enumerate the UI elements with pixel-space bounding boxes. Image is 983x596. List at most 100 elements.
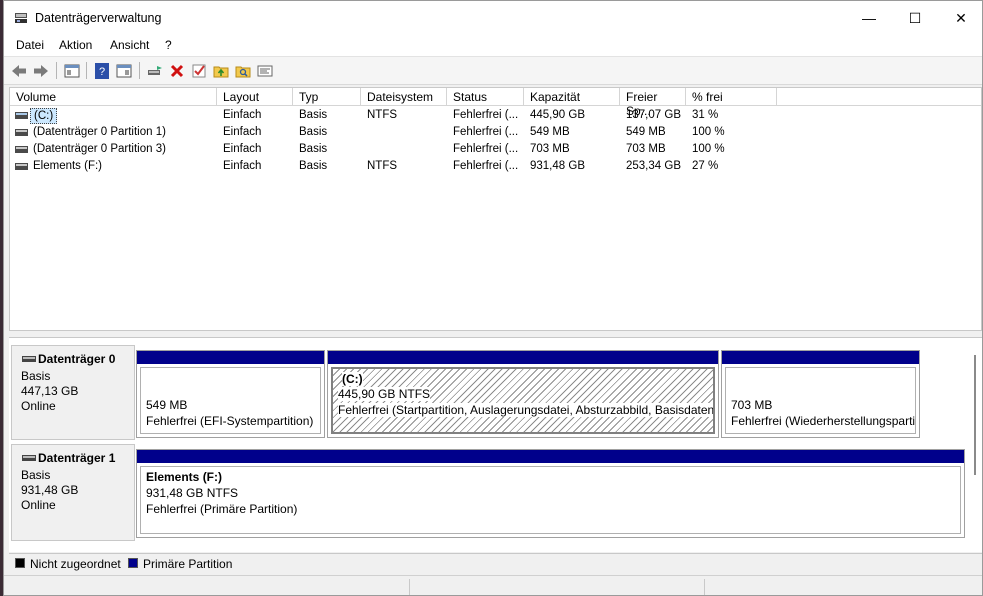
menu-aktion[interactable]: Aktion [59,38,92,52]
disk-type: Basis [21,468,51,482]
properties-button[interactable] [114,61,134,80]
volume-icon [15,146,28,153]
delete-button[interactable] [167,61,187,80]
column-header-kapazitaet[interactable]: Kapazität [524,88,620,106]
connect-drive-icon [148,65,162,75]
connect-drive-button[interactable] [145,61,165,80]
minimize-button[interactable]: — [846,1,892,35]
volume-percent-free: 27 % [692,160,719,172]
legend-unallocated-swatch [15,558,25,568]
status-separator [704,579,705,595]
table-row[interactable]: (C:) Einfach Basis NTFS Fehlerfrei (... … [10,107,981,124]
menu-datei[interactable]: Datei [16,38,44,52]
properties-icon [116,64,132,77]
volume-layout: Einfach [223,160,262,172]
partition-status: Fehlerfrei (Wiederherstellungsparti [731,414,916,428]
check-button[interactable] [189,61,209,80]
primary-partition-bar [722,351,919,364]
volume-list: Volume Layout Typ Dateisystem Status Kap… [9,87,982,331]
partition-c[interactable]: (C:) 445,90 GB NTFS Fehlerfrei (Startpar… [327,350,719,438]
close-button[interactable]: ✕ [938,1,982,35]
folder-up-button[interactable] [211,61,231,80]
console-tree-icon [64,64,80,77]
vertical-scrollbar[interactable] [974,355,976,475]
column-header-prozent-frei[interactable]: % frei [686,88,777,106]
legend-unallocated-label: Nicht zugeordnet [30,557,121,571]
status-bar [4,575,982,595]
disk-state: Online [21,399,56,413]
back-icon [12,64,26,77]
folder-search-icon [235,66,251,77]
legend-primary-swatch [128,558,138,568]
partition-status: Fehlerfrei (Primäre Partition) [146,502,298,516]
menu-help[interactable]: ? [165,38,172,52]
column-header-filler [777,88,981,106]
partition-body-selected: (C:) 445,90 GB NTFS Fehlerfrei (Startpar… [331,367,715,434]
delete-icon [170,64,184,77]
column-header-typ[interactable]: Typ [293,88,361,106]
volume-capacity: 931,48 GB [530,160,585,172]
partition-title: Elements (F:) [146,470,223,484]
window-title: Datenträgerverwaltung [35,11,162,25]
partition-recovery[interactable]: 703 MB Fehlerfrei (Wiederherstellungspar… [721,350,920,438]
settings-list-button[interactable] [255,61,275,80]
help-button[interactable]: ? [92,61,112,80]
partition-size: 931,48 GB NTFS [146,486,239,500]
disk-size: 447,13 GB [21,384,79,398]
table-row[interactable]: (Datenträger 0 Partition 3) Einfach Basi… [10,141,981,158]
partition-body: 703 MB Fehlerfrei (Wiederherstellungspar… [725,367,916,434]
title-bar: Datenträgerverwaltung — ☐ ✕ [4,1,982,35]
disk-icon [22,455,36,461]
partition-body: 549 MB Fehlerfrei (EFI-Systempartition) [140,367,321,434]
primary-partition-bar [137,351,324,364]
maximize-button[interactable]: ☐ [892,1,938,35]
column-header-status[interactable]: Status [447,88,524,106]
toolbar-separator [56,62,57,79]
column-header-volume[interactable]: Volume [10,88,217,106]
partition-title: (C:) [342,372,363,386]
help-icon: ? [95,62,109,79]
legend-primary-label: Primäre Partition [143,557,233,571]
table-row[interactable]: Elements (F:) Einfach Basis NTFS Fehlerf… [10,158,981,175]
folder-up-icon [213,66,229,77]
volume-type: Basis [299,160,328,172]
partition-elements-f[interactable]: Elements (F:) 931,48 GB NTFS Fehlerfrei … [136,449,965,538]
disk-name: Datenträger 0 [38,352,116,366]
settings-list-icon [257,65,273,76]
disk-type: Basis [21,369,51,383]
volume-name: (C:) [30,108,58,124]
volume-free-space: 253,34 GB [626,160,681,172]
column-header-dateisystem[interactable]: Dateisystem [361,88,447,106]
partition-size: 445,90 GB NTFS [338,387,431,401]
disk-icon [22,356,36,362]
forward-icon [34,64,48,77]
disk-size: 931,48 GB [21,483,79,497]
menu-ansicht[interactable]: Ansicht [110,38,149,52]
minimize-icon: — [862,10,876,26]
partition-status: Fehlerfrei (Startpartition, Auslagerungs… [338,403,713,417]
disk-graphical-view: Datenträger 0 Basis 447,13 GB Online 549… [9,337,982,552]
column-header-freier-speicher[interactable]: Freier Sp... [620,88,686,118]
table-row[interactable]: (Datenträger 0 Partition 1) Einfach Basi… [10,124,981,141]
forward-button[interactable] [31,61,51,80]
volume-name: Elements (F:) [33,160,103,172]
console-tree-button[interactable] [62,61,82,80]
volume-filesystem: NTFS [367,160,398,172]
disk-1-label[interactable]: Datenträger 1 Basis 931,48 GB Online [11,444,135,541]
partition-efi[interactable]: 549 MB Fehlerfrei (EFI-Systempartition) [136,350,325,438]
folder-search-button[interactable] [233,61,253,80]
partition-size: 703 MB [731,398,773,412]
disk-management-app-icon [15,13,27,23]
svg-text:?: ? [99,66,105,78]
disk-name: Datenträger 1 [38,451,116,465]
primary-partition-bar [328,351,718,364]
column-header-layout[interactable]: Layout [217,88,293,106]
disk-management-window: Datenträgerverwaltung — ☐ ✕ Datei Aktion… [3,0,983,596]
volume-icon [15,129,28,136]
back-button[interactable] [9,61,29,80]
check-icon [192,64,206,77]
disk-0-label[interactable]: Datenträger 0 Basis 447,13 GB Online [11,345,135,440]
disk-state: Online [21,498,56,512]
close-icon: ✕ [955,9,967,26]
volume-icon [15,163,28,170]
